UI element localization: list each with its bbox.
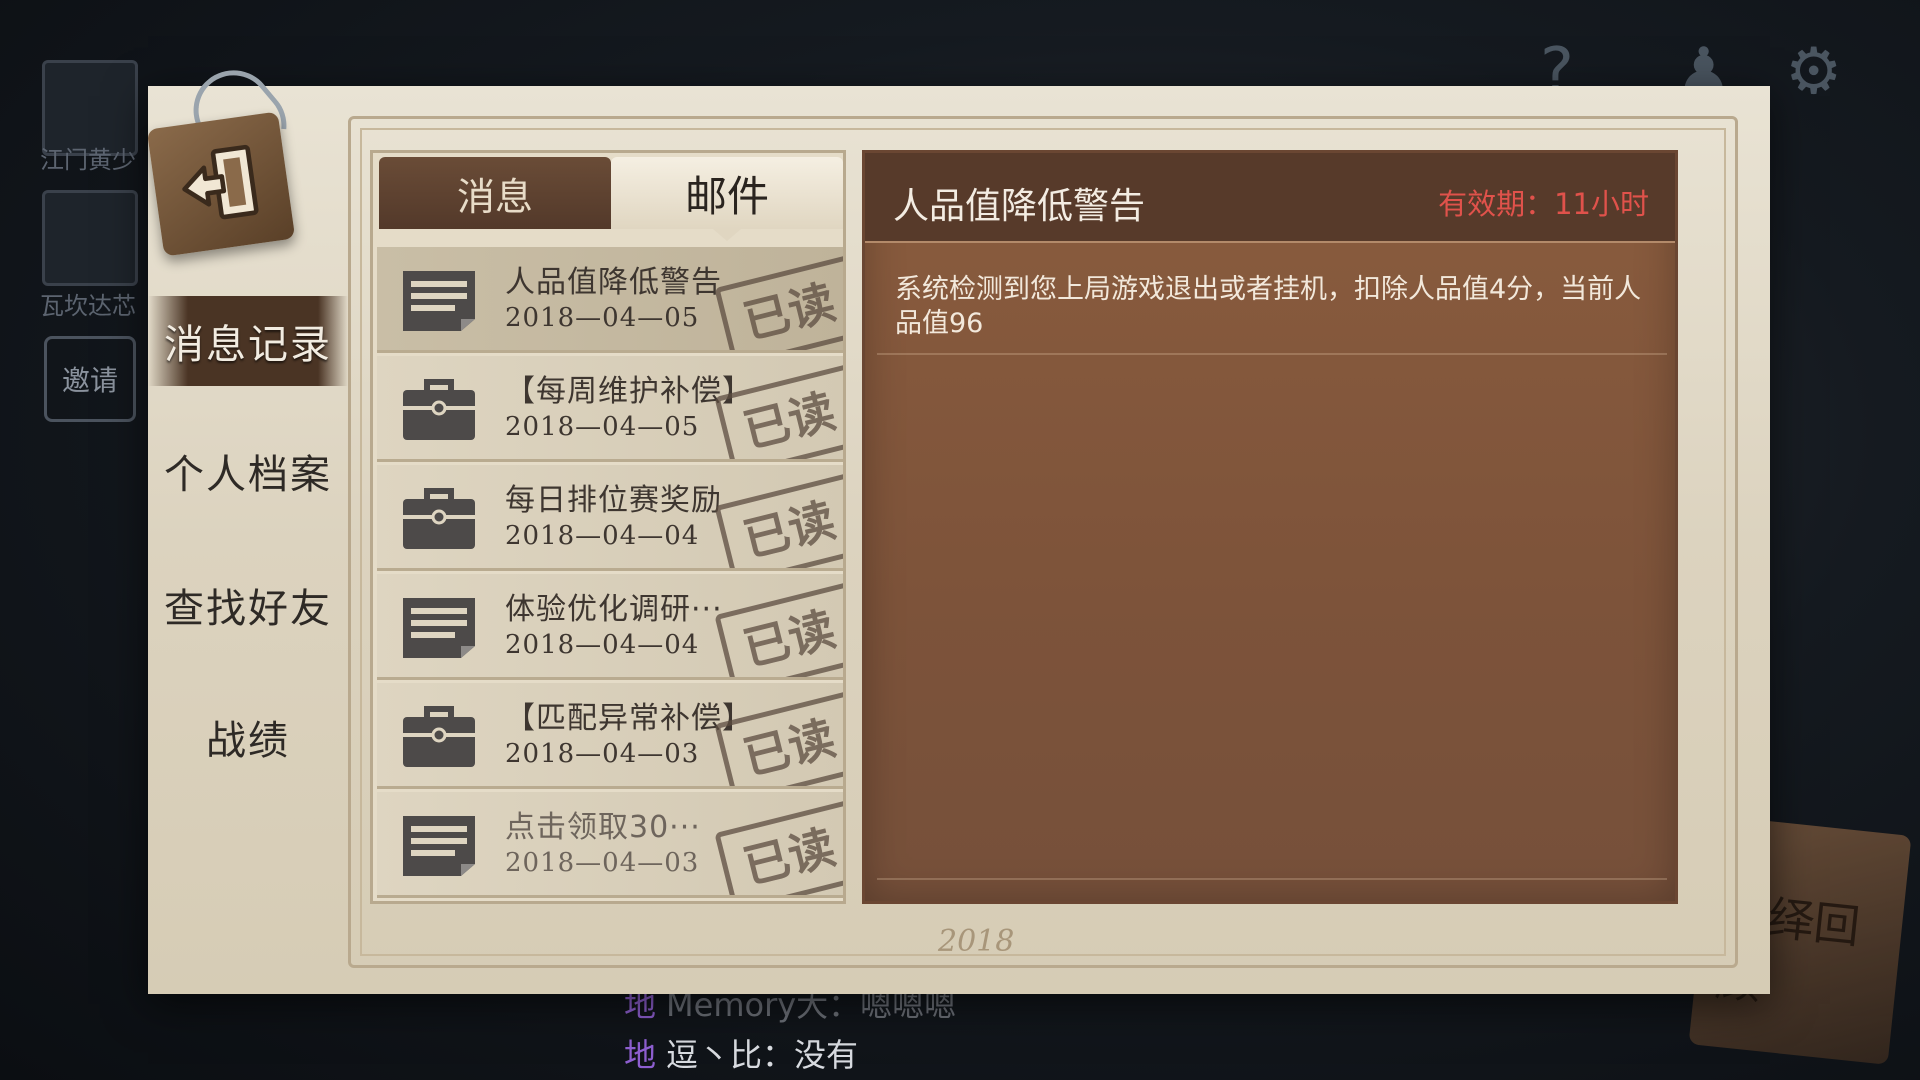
- chat-text: 逗丶比：没有: [666, 1036, 859, 1074]
- nav-match-record[interactable]: 战绩: [148, 692, 348, 782]
- nav-profile[interactable]: 个人档案: [148, 426, 348, 516]
- mail-list-panel: 消息 邮件 人品值降低警告 2018—04—05 已读 【每周维护补偿】 201…: [370, 150, 846, 904]
- mail-date: 2018—04—03: [505, 739, 700, 769]
- tab-messages[interactable]: 消息: [379, 157, 611, 229]
- mail-item[interactable]: 每日排位赛奖励 2018—04—04 已读: [377, 465, 843, 571]
- mail-title: 每日排位赛奖励: [505, 483, 722, 518]
- chat-line: 地逗丶比：没有: [624, 1030, 858, 1076]
- read-stamp: 已读: [714, 797, 843, 895]
- tab-mail[interactable]: 邮件: [611, 157, 843, 241]
- nav-find-friends[interactable]: 查找好友: [148, 560, 348, 650]
- mail-date: 2018—04—03: [505, 848, 700, 878]
- document-icon: [403, 598, 475, 658]
- document-icon: [403, 816, 475, 876]
- mail-item[interactable]: 体验优化调研··· 2018—04—04 已读: [377, 574, 843, 680]
- divider: [877, 353, 1667, 355]
- friend-name: 瓦坎达芯: [40, 292, 136, 320]
- mail-item[interactable]: 点击领取30··· 2018—04—03 已读: [377, 792, 843, 898]
- chat-channel-tag: 地: [624, 1036, 657, 1074]
- mail-title: 点击领取30···: [505, 810, 701, 845]
- read-stamp: 已读: [714, 470, 843, 568]
- mail-validity: 有效期：11小时: [1438, 187, 1649, 221]
- mail-title: 人品值降低警告: [505, 265, 722, 300]
- briefcase-icon: [403, 379, 475, 440]
- divider: [877, 878, 1667, 880]
- briefcase-icon: [403, 488, 475, 549]
- briefcase-icon: [403, 706, 475, 767]
- mail-item[interactable]: 人品值降低警告 2018—04—05 已读: [377, 247, 843, 353]
- frame-signature: 2018: [938, 924, 1015, 959]
- invite-button[interactable]: 邀请: [44, 336, 136, 422]
- mail-date: 2018—04—05: [505, 412, 700, 442]
- mail-item[interactable]: 【匹配异常补偿】 2018—04—03 已读: [377, 683, 843, 789]
- mail-detail-header: 人品值降低警告 有效期：11小时: [865, 153, 1675, 243]
- mail-date: 2018—04—05: [505, 303, 700, 333]
- document-icon: [403, 271, 475, 331]
- gear-icon[interactable]: ⚙: [1785, 40, 1842, 104]
- friend-name: 江门黄少: [40, 146, 136, 174]
- game-screen: 江门黄少 瓦坎达芯 邀请 ? ♟ ⚙ 地 Memory大：嗯嗯嗯 地逗丶比：没有 …: [0, 0, 1920, 1080]
- read-stamp: 已读: [714, 252, 843, 350]
- mail-detail-panel: 人品值降低警告 有效期：11小时 系统检测到您上局游戏退出或者挂机，扣除人品值4…: [862, 150, 1678, 904]
- exit-door-icon: [182, 144, 259, 220]
- exit-button[interactable]: [146, 111, 296, 257]
- mail-detail-title: 人品值降低警告: [893, 186, 1146, 227]
- mail-date: 2018—04—04: [505, 521, 700, 551]
- mail-detail-body[interactable]: 系统检测到您上局游戏退出或者挂机，扣除人品值4分，当前人品值96: [895, 273, 1645, 341]
- nav-message-records[interactable]: 消息记录: [148, 296, 348, 386]
- mail-title: 体验优化调研···: [505, 592, 723, 627]
- friend-avatar: [42, 190, 138, 286]
- read-stamp: 已读: [714, 579, 843, 677]
- mail-item[interactable]: 【每周维护补偿】 2018—04—05 已读: [377, 356, 843, 462]
- mail-date: 2018—04—04: [505, 630, 700, 660]
